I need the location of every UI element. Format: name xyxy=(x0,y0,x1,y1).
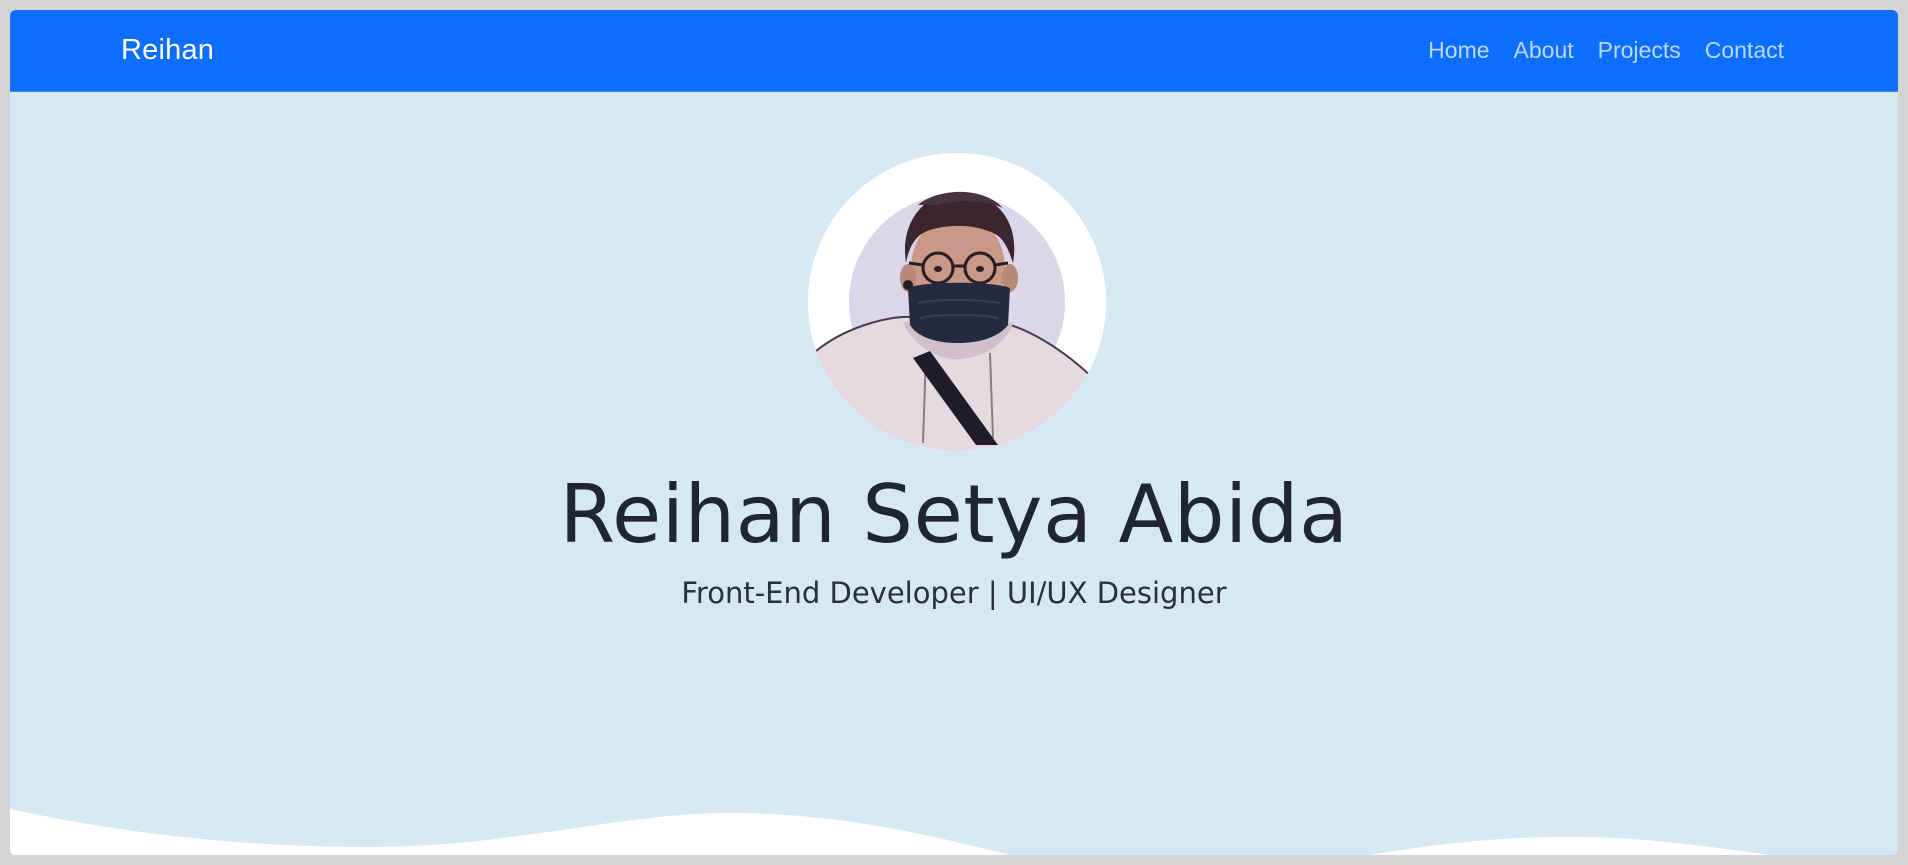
nav-link-about[interactable]: About xyxy=(1514,34,1574,66)
hero-name: Reihan Setya Abida xyxy=(559,468,1349,561)
nav-link-home[interactable]: Home xyxy=(1428,34,1489,66)
nav-link-contact[interactable]: Contact xyxy=(1705,34,1784,66)
navbar-brand[interactable]: Reihan xyxy=(121,32,214,68)
browser-viewport: Reihan Home About Projects Contact Reiha… xyxy=(10,10,1898,855)
navbar: Reihan Home About Projects Contact xyxy=(10,10,1898,92)
profile-avatar xyxy=(808,153,1106,451)
nav-link-projects[interactable]: Projects xyxy=(1598,34,1681,66)
hero-subtitle: Front-End Developer | UI/UX Designer xyxy=(681,576,1227,610)
profile-photo xyxy=(808,153,1106,451)
nav-links: Home About Projects Contact xyxy=(1428,34,1784,66)
wave-divider xyxy=(10,809,1770,855)
